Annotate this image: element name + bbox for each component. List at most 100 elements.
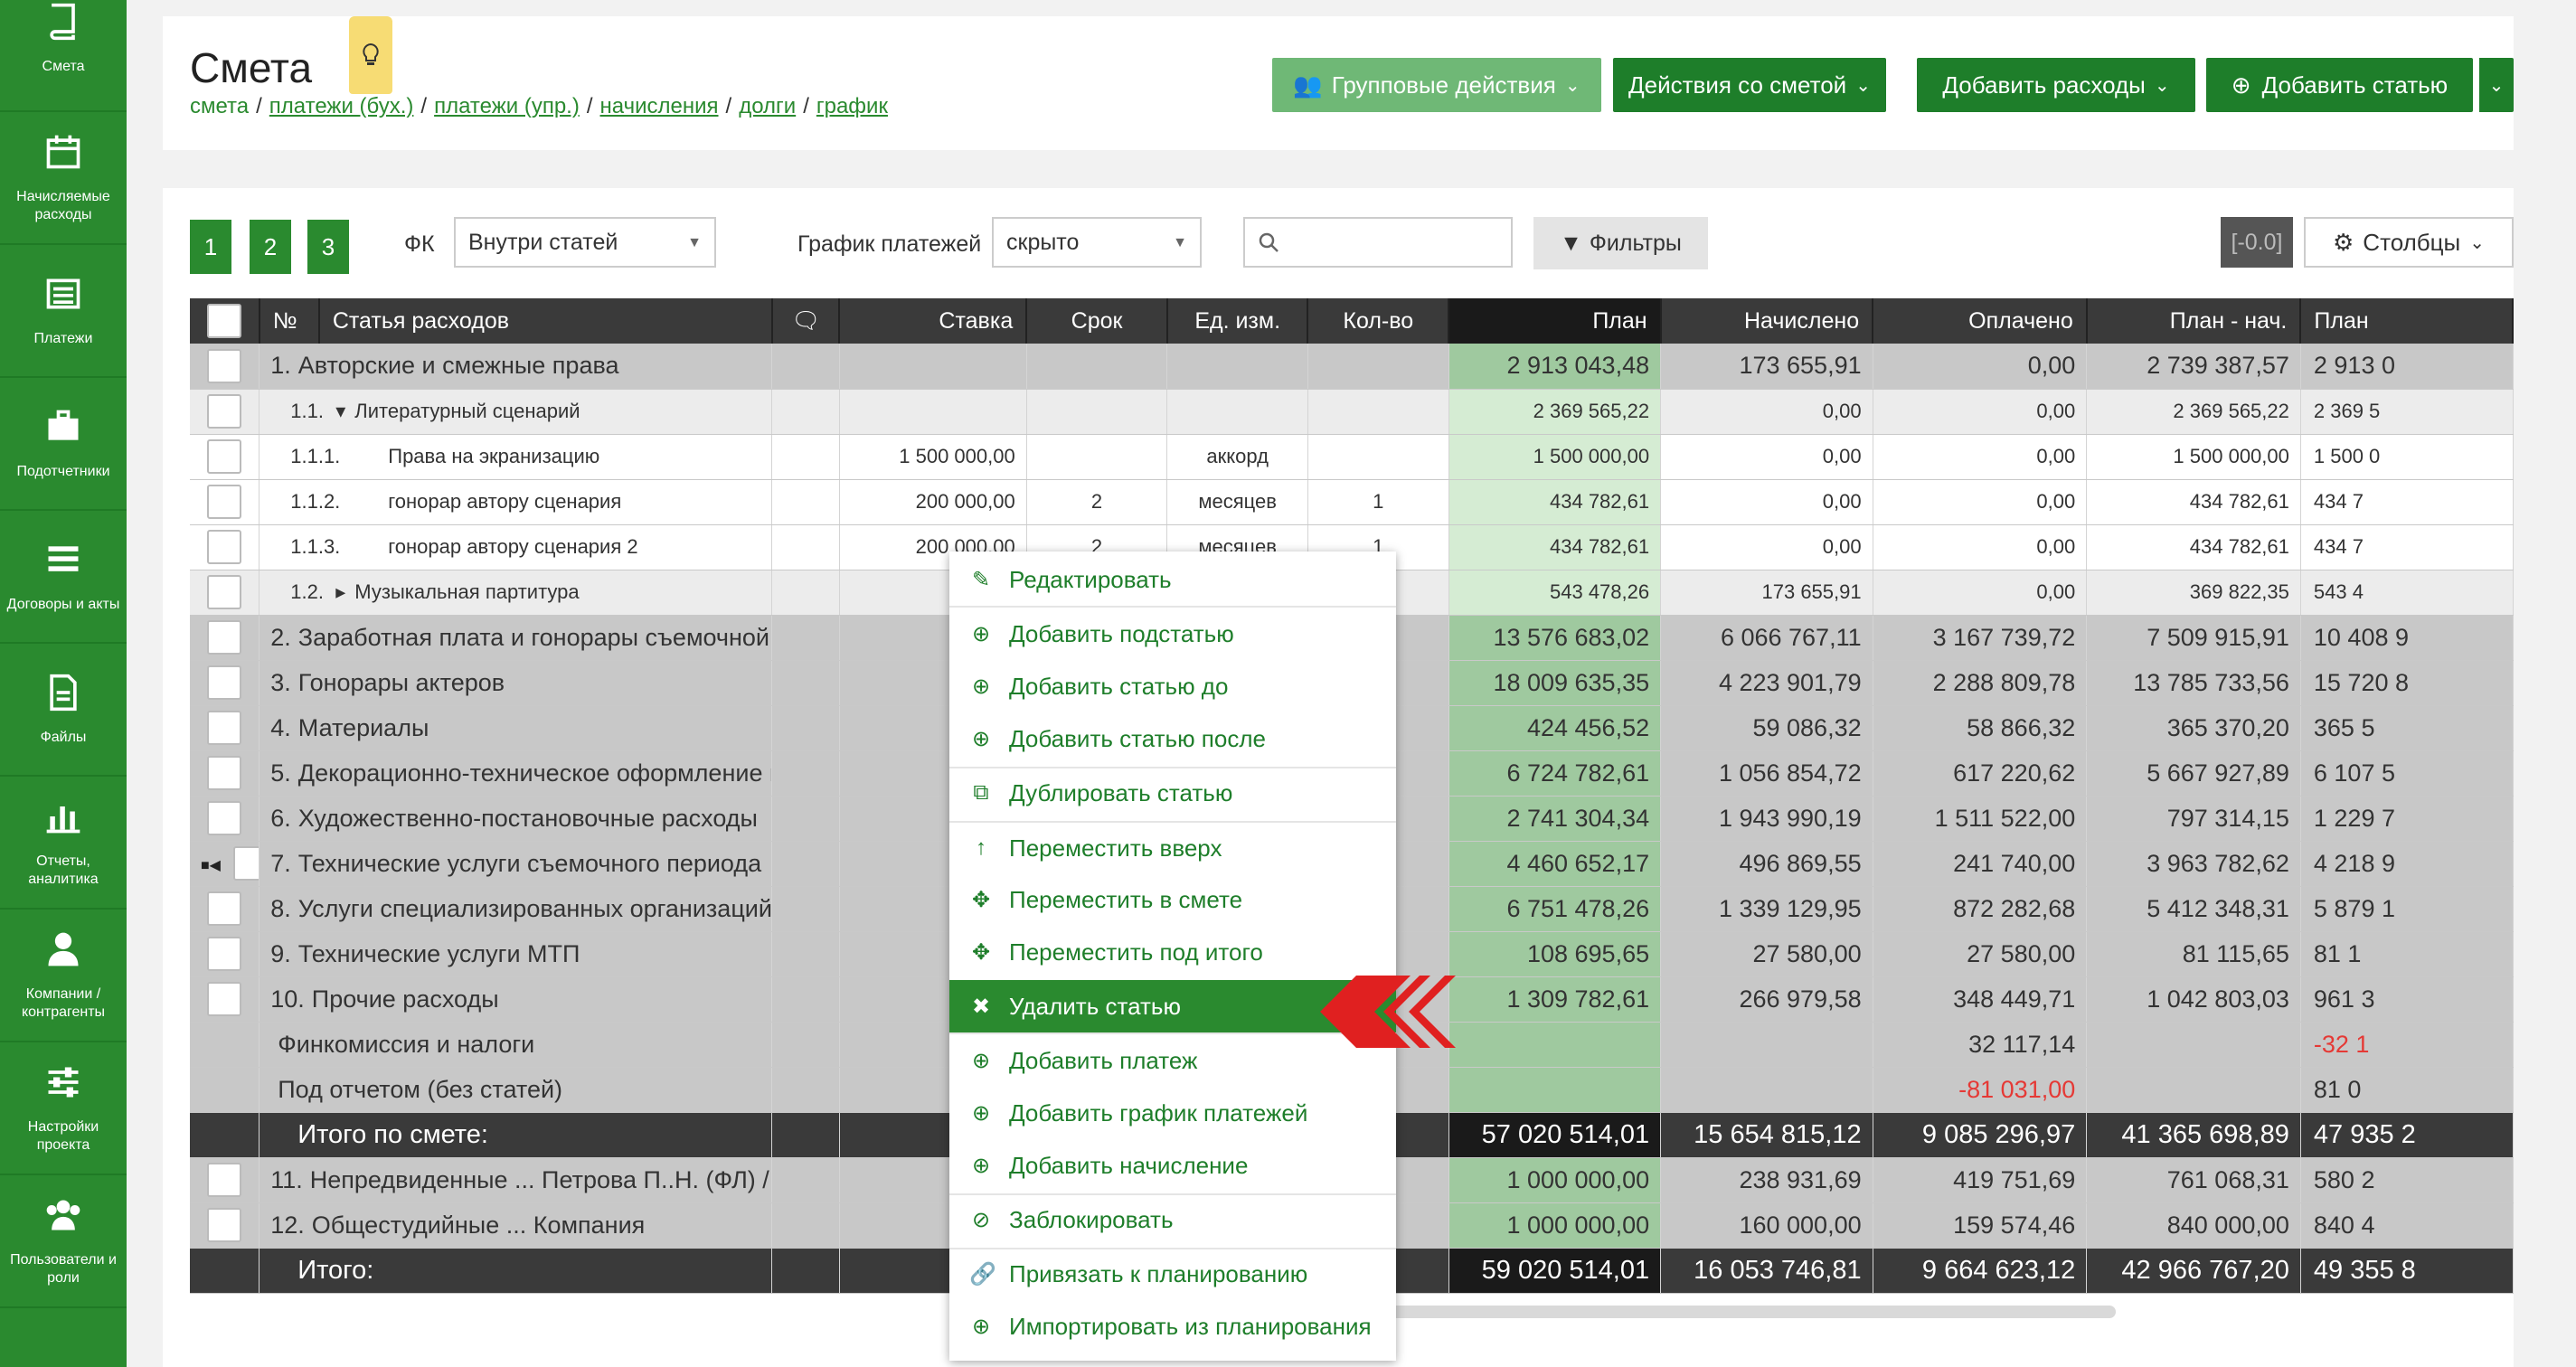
caret-right-icon[interactable]: ▸	[335, 580, 345, 603]
item-name[interactable]: гонорар автору сценария 2	[388, 535, 637, 558]
table-row[interactable]: 1.1.1. Права на экранизацию 1 500 000,00 ак…	[190, 434, 2514, 480]
sidebar-item[interactable]: Подотчетники	[0, 378, 127, 511]
item-name[interactable]: гонорар автору сценария	[388, 490, 621, 513]
menu-item[interactable]: ⊕ Добавить график платежей	[949, 1089, 1396, 1137]
item-name[interactable]: Гонорары актеров	[298, 669, 505, 696]
col-term[interactable]: Срок	[1026, 298, 1168, 344]
menu-item[interactable]: ✥ Переместить под итого	[949, 928, 1396, 976]
row-checkbox[interactable]	[207, 937, 242, 971]
breadcrumb-item[interactable]: начисления	[600, 94, 719, 118]
columns-button[interactable]: ⚙ Столбцы ⌄	[2304, 217, 2514, 268]
item-name[interactable]: Декорационно-техническое оформление прое…	[298, 759, 771, 787]
level-3-button[interactable]: 3	[307, 220, 349, 274]
menu-item[interactable]: ⧉ Дублировать статью	[949, 768, 1396, 817]
group-actions-button[interactable]: 👥 Групповые действия ⌄	[1272, 58, 1601, 112]
menu-item[interactable]: ✎ Редактировать	[949, 555, 1396, 604]
level-2-button[interactable]: 2	[250, 220, 291, 274]
row-checkbox[interactable]	[207, 348, 242, 383]
item-name[interactable]: Прочие расходы	[312, 985, 499, 1013]
item-name[interactable]: Непредвиденные ... Петрова П..Н. (ФЛ) / …	[310, 1166, 771, 1193]
fk-select[interactable]: Внутри статей ▼	[454, 217, 716, 268]
sidebar-item[interactable]: Начисляемые расходы	[0, 112, 127, 245]
item-name[interactable]: Материалы	[298, 714, 429, 741]
row-checkbox[interactable]	[207, 394, 242, 429]
menu-item[interactable]: ↑ Переместить вверх	[949, 824, 1396, 872]
menu-item[interactable]: ⊕ Добавить начисление	[949, 1141, 1396, 1190]
col-rate[interactable]: Ставка	[839, 298, 1028, 344]
row-checkbox[interactable]	[207, 485, 242, 519]
col-paid[interactable]: Оплачено	[1873, 298, 2088, 344]
filters-button[interactable]: ▼ Фильтры	[1533, 217, 1708, 269]
menu-item[interactable]: ✥ Переместить в смете	[949, 875, 1396, 924]
sidebar-item[interactable]: Пользователи и роли	[0, 1175, 127, 1308]
sidebar-item[interactable]: Настройки проекта	[0, 1042, 127, 1175]
add-item-dropdown-button[interactable]: ⌄	[2477, 58, 2514, 112]
sidebar-item[interactable]: Договоры и акты	[0, 511, 127, 644]
horizontal-scrollbar[interactable]	[1356, 1306, 2116, 1318]
schedule-select[interactable]: скрыто ▼	[992, 217, 1202, 268]
row-checkbox[interactable]	[207, 620, 242, 655]
item-name[interactable]: Общестудийные ... Компания	[312, 1211, 645, 1239]
col-unit[interactable]: Ед. изм.	[1166, 298, 1309, 344]
sidebar-item[interactable]: Отчеты, аналитика	[0, 777, 127, 910]
col-number[interactable]: №	[259, 298, 320, 344]
col-plan-2[interactable]: План	[2300, 298, 2514, 344]
col-plan-minus-accrued[interactable]: План - нач.	[2086, 298, 2302, 344]
menu-item[interactable]: ⊕ Добавить статью до	[949, 662, 1396, 711]
menu-item[interactable]: ⊕ Добавить подстатью	[949, 609, 1396, 658]
item-name[interactable]: Технические услуги МТП	[298, 940, 580, 967]
row-checkbox[interactable]	[207, 756, 242, 790]
row-checkbox[interactable]	[207, 1163, 242, 1197]
precision-toggle[interactable]: [-0.0]	[2221, 217, 2293, 268]
table-row[interactable]: 1.1. ▾ Литературный сценарий 2 369 565,22 0,…	[190, 389, 2514, 435]
item-name[interactable]: Технические услуги съемочного периода	[298, 850, 761, 877]
comment-icon[interactable]: 🗨	[771, 298, 841, 344]
caret-down-icon[interactable]: ▾	[335, 400, 345, 422]
item-name[interactable]: Итого:	[297, 1256, 373, 1285]
table-row[interactable]: 1. Авторские и смежные права 2 913 043,48 1…	[190, 344, 2514, 390]
item-name[interactable]: Услуги специализированных организаций	[298, 895, 771, 922]
menu-item[interactable]: ⊘ Заблокировать	[949, 1195, 1396, 1244]
menu-item[interactable]: ⊕ Добавить статью после	[949, 714, 1396, 763]
item-name[interactable]: Права на экранизацию	[388, 445, 599, 467]
item-name[interactable]: Финкомиссия и налоги	[278, 1031, 534, 1058]
sidebar-item[interactable]: Файлы	[0, 644, 127, 777]
row-checkbox[interactable]	[207, 1208, 242, 1242]
lightbulb-icon[interactable]	[349, 16, 392, 94]
menu-item[interactable]: 🔗 Привязать к планированию	[949, 1249, 1396, 1298]
select-all-checkbox[interactable]	[206, 304, 241, 338]
breadcrumb-item[interactable]: платежи (упр.)	[434, 94, 580, 118]
item-name[interactable]: Авторские и смежные права	[298, 352, 619, 379]
sidebar-item[interactable]: Компании / контрагенты	[0, 910, 127, 1042]
item-name[interactable]: Музыкальная партитура	[354, 580, 579, 603]
menu-item[interactable]: ⊕ Импортировать из планирования	[949, 1302, 1396, 1351]
sidebar-item[interactable]: Платежи	[0, 245, 127, 378]
breadcrumb-item[interactable]: график	[816, 94, 888, 118]
item-name[interactable]: Заработная плата и гонорары съемочной гр…	[298, 624, 771, 651]
breadcrumb-item[interactable]: платежи (бух.)	[269, 94, 414, 118]
row-checkbox[interactable]	[232, 846, 259, 881]
col-plan[interactable]: План	[1448, 298, 1662, 344]
level-1-button[interactable]: 1	[190, 220, 231, 274]
row-checkbox[interactable]	[207, 575, 242, 609]
row-checkbox[interactable]	[207, 530, 242, 564]
item-name[interactable]: Под отчетом (без статей)	[278, 1076, 562, 1103]
table-row[interactable]: 1.1.2. гонорар автору сценария 200 000,00 2…	[190, 479, 2514, 525]
row-checkbox[interactable]	[207, 801, 242, 835]
col-accrued[interactable]: Начислено	[1660, 298, 1874, 344]
row-checkbox[interactable]	[207, 891, 242, 926]
item-name[interactable]: Итого по смете:	[297, 1120, 488, 1149]
add-expenses-button[interactable]: Добавить расходы ⌄	[1917, 58, 2195, 112]
item-name[interactable]: Художественно-постановочные расходы	[298, 805, 758, 832]
row-checkbox[interactable]	[207, 439, 242, 474]
breadcrumb-item[interactable]: долги	[739, 94, 796, 118]
row-checkbox[interactable]	[207, 711, 242, 745]
sidebar-item[interactable]: Смета	[0, 0, 127, 112]
estimate-actions-button[interactable]: Действия со сметой ⌄	[1613, 58, 1886, 112]
row-checkbox[interactable]	[207, 982, 242, 1016]
col-qty[interactable]: Кол-во	[1307, 298, 1450, 344]
col-item[interactable]: Статья расходов	[318, 298, 773, 344]
search-input[interactable]	[1243, 217, 1513, 268]
row-checkbox[interactable]	[207, 665, 242, 700]
item-name[interactable]: Литературный сценарий	[354, 400, 580, 422]
